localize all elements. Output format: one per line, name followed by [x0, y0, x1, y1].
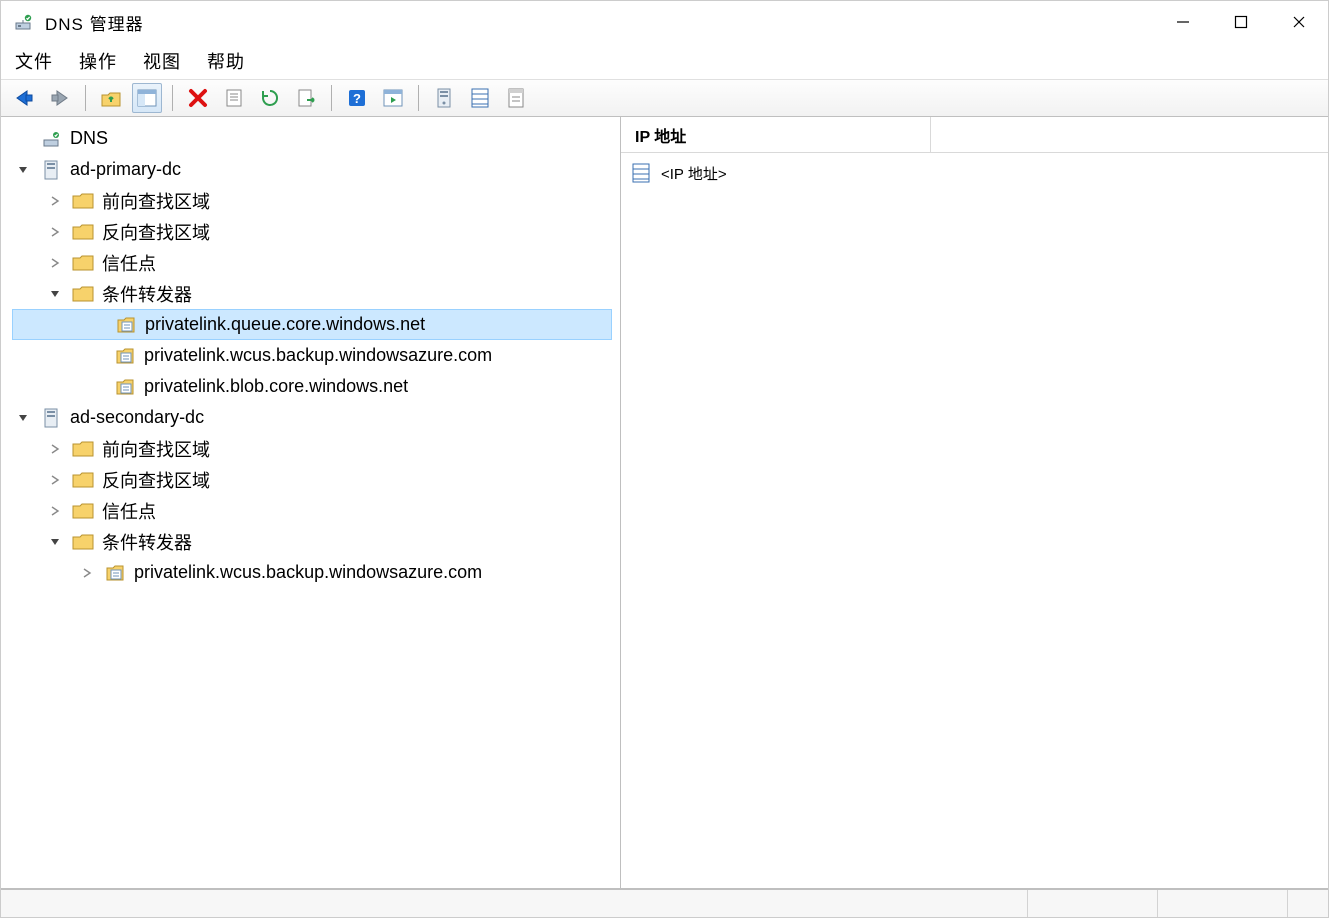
- show-hide-tree-button[interactable]: [132, 83, 162, 113]
- tree-cf-queue[interactable]: privatelink.queue.core.windows.net: [12, 309, 612, 340]
- zone-file-icon: [104, 563, 126, 583]
- record-icon: [631, 162, 651, 184]
- tool-bar: ?: [1, 79, 1328, 117]
- tree-label: DNS: [70, 128, 108, 149]
- window-minimize-button[interactable]: [1154, 1, 1212, 43]
- tree-fwd-lookup-1[interactable]: 前向查找区域: [12, 185, 612, 216]
- run-button[interactable]: [378, 83, 408, 113]
- tree-label: 反向查找区域: [102, 467, 210, 493]
- tree-root-dns[interactable]: ▾ DNS: [12, 123, 612, 154]
- svg-text:?: ?: [353, 91, 361, 106]
- new-record-button[interactable]: [501, 83, 531, 113]
- delete-button[interactable]: [183, 83, 213, 113]
- help-button[interactable]: ?: [342, 83, 372, 113]
- tree-trust-points-1[interactable]: 信任点: [12, 247, 612, 278]
- menu-action[interactable]: 操作: [79, 48, 117, 74]
- list-item[interactable]: <IP 地址>: [631, 159, 1318, 187]
- tree-cf-wcus-1[interactable]: privatelink.wcus.backup.windowsazure.com: [12, 340, 612, 371]
- tree-label: 前向查找区域: [102, 436, 210, 462]
- dns-app-icon: [11, 12, 35, 32]
- menu-view[interactable]: 视图: [143, 48, 181, 74]
- chevron-down-icon[interactable]: [14, 413, 32, 423]
- nav-forward-button[interactable]: [45, 83, 75, 113]
- refresh-button[interactable]: [255, 83, 285, 113]
- status-bar: [1, 889, 1328, 917]
- window-maximize-button[interactable]: [1212, 1, 1270, 43]
- tree-label: 条件转发器: [102, 529, 192, 555]
- tree-label: privatelink.blob.core.windows.net: [144, 376, 408, 397]
- tree-trust-points-2[interactable]: 信任点: [12, 495, 612, 526]
- chevron-right-icon[interactable]: [46, 227, 64, 237]
- tree-label: 反向查找区域: [102, 219, 210, 245]
- tree-label: privatelink.wcus.backup.windowsazure.com: [144, 345, 492, 366]
- tree-cf-wcus-2[interactable]: privatelink.wcus.backup.windowsazure.com: [12, 557, 612, 588]
- zone-file-icon: [114, 377, 136, 397]
- detail-column-header-row: IP 地址: [621, 117, 1328, 153]
- status-segment: [1028, 890, 1158, 917]
- zone-file-icon: [114, 346, 136, 366]
- dns-root-icon: [40, 129, 62, 149]
- tree-label: ad-primary-dc: [70, 159, 181, 180]
- chevron-down-icon[interactable]: [46, 289, 64, 299]
- status-segment: [1, 890, 1028, 917]
- status-segment: [1158, 890, 1288, 917]
- folder-icon: [72, 471, 94, 489]
- status-segment: [1288, 890, 1328, 917]
- zone-file-icon: [115, 315, 137, 335]
- server-icon: [40, 160, 62, 180]
- folder-icon: [72, 533, 94, 551]
- tree-label: 信任点: [102, 498, 156, 524]
- nav-back-button[interactable]: [9, 83, 39, 113]
- detail-pane: IP 地址 <IP 地址>: [621, 117, 1328, 888]
- server-icon: [40, 408, 62, 428]
- tree-label: privatelink.wcus.backup.windowsazure.com: [134, 562, 482, 583]
- folder-icon: [72, 440, 94, 458]
- chevron-right-icon[interactable]: [46, 258, 64, 268]
- chevron-down-icon[interactable]: [14, 165, 32, 175]
- export-button[interactable]: [291, 83, 321, 113]
- chevron-right-icon[interactable]: [46, 196, 64, 206]
- tree-fwd-lookup-2[interactable]: 前向查找区域: [12, 433, 612, 464]
- tree-rev-lookup-1[interactable]: 反向查找区域: [12, 216, 612, 247]
- chevron-down-icon[interactable]: [46, 537, 64, 547]
- folder-icon: [72, 502, 94, 520]
- chevron-right-icon[interactable]: [78, 568, 96, 578]
- column-header-ip[interactable]: IP 地址: [621, 117, 931, 152]
- tree-label: ad-secondary-dc: [70, 407, 204, 428]
- server-icon-button[interactable]: [429, 83, 459, 113]
- up-level-button[interactable]: [96, 83, 126, 113]
- tree-label: 条件转发器: [102, 281, 192, 307]
- window-title: DNS 管理器: [45, 10, 144, 35]
- menu-file[interactable]: 文件: [15, 48, 53, 74]
- window-close-button[interactable]: [1270, 1, 1328, 43]
- folder-icon: [72, 223, 94, 241]
- chevron-right-icon[interactable]: [46, 506, 64, 516]
- tree-label: 信任点: [102, 250, 156, 276]
- folder-icon: [72, 285, 94, 303]
- navigation-tree-pane: ▾ DNS ad-primary-dc 前向查找区域: [1, 117, 621, 888]
- menu-help[interactable]: 帮助: [207, 48, 245, 74]
- list-item-label: <IP 地址>: [661, 163, 727, 184]
- tree-label: privatelink.queue.core.windows.net: [145, 314, 425, 335]
- menu-bar: 文件 操作 视图 帮助: [1, 43, 1328, 79]
- tree-cond-fwd-2[interactable]: 条件转发器: [12, 526, 612, 557]
- tree-server-primary[interactable]: ad-primary-dc: [12, 154, 612, 185]
- folder-icon: [72, 192, 94, 210]
- title-bar: DNS 管理器: [1, 1, 1328, 43]
- tree-rev-lookup-2[interactable]: 反向查找区域: [12, 464, 612, 495]
- main-area: ▾ DNS ad-primary-dc 前向查找区域: [1, 117, 1328, 889]
- tree-cf-blob[interactable]: privatelink.blob.core.windows.net: [12, 371, 612, 402]
- folder-icon: [72, 254, 94, 272]
- chevron-right-icon[interactable]: [46, 475, 64, 485]
- tree-label: 前向查找区域: [102, 188, 210, 214]
- chevron-right-icon[interactable]: [46, 444, 64, 454]
- tree-server-secondary[interactable]: ad-secondary-dc: [12, 402, 612, 433]
- properties-button[interactable]: [219, 83, 249, 113]
- tree-cond-fwd-1[interactable]: 条件转发器: [12, 278, 612, 309]
- list-view-button[interactable]: [465, 83, 495, 113]
